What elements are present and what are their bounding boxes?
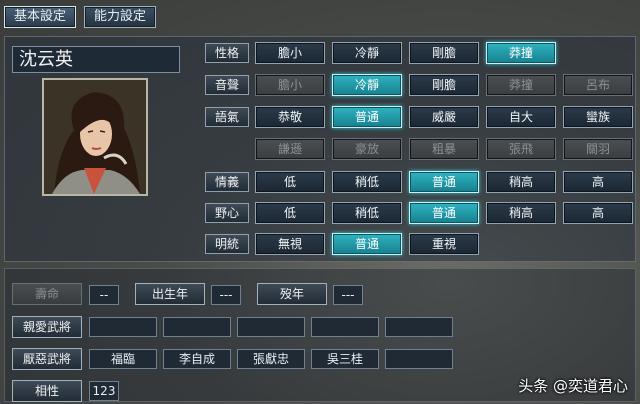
loyalty-option[interactable]: 稍高: [486, 171, 556, 193]
voice-option[interactable]: 莽撞: [486, 74, 556, 96]
tone-option[interactable]: 普通: [332, 106, 402, 128]
favorite-general-slot[interactable]: [163, 317, 231, 337]
favorite-general-slot[interactable]: [385, 317, 453, 337]
dynasty-option[interactable]: 普通: [332, 233, 402, 255]
voice-option[interactable]: 冷靜: [332, 74, 402, 96]
disliked-general-slot[interactable]: 福臨: [89, 349, 157, 369]
label-loyalty: 情義: [205, 172, 249, 192]
birth-year-value: ---: [211, 285, 241, 305]
tone-option[interactable]: 自大: [486, 106, 556, 128]
voice-option[interactable]: 呂布: [563, 74, 633, 96]
tone-extra-option[interactable]: 豪放: [332, 138, 402, 160]
loyalty-option[interactable]: 低: [255, 171, 325, 193]
personality-option[interactable]: 冷靜: [332, 42, 402, 64]
disliked-general-slot[interactable]: 吳三桂: [311, 349, 379, 369]
character-portrait: [42, 78, 148, 196]
voice-option[interactable]: 剛膽: [409, 74, 479, 96]
affinity-label: 相性: [12, 380, 82, 402]
lifespan-value: --: [89, 285, 119, 305]
affinity-value[interactable]: 123: [89, 381, 119, 401]
character-name[interactable]: 沈云英: [12, 46, 180, 73]
disliked-generals-button[interactable]: 厭惡武將: [12, 348, 82, 370]
tone-extra-option[interactable]: 張飛: [486, 138, 556, 160]
disliked-general-slot[interactable]: [385, 349, 453, 369]
ambition-option[interactable]: 稍高: [486, 202, 556, 224]
tone-extra-option[interactable]: 粗暴: [409, 138, 479, 160]
loyalty-option[interactable]: 高: [563, 171, 633, 193]
death-year-label: 歿年: [257, 283, 327, 305]
favorite-general-slot[interactable]: [89, 317, 157, 337]
ambition-option[interactable]: 稍低: [332, 202, 402, 224]
disliked-general-slot[interactable]: 張獻忠: [237, 349, 305, 369]
label-tone: 語氣: [205, 107, 249, 127]
ambition-option[interactable]: 高: [563, 202, 633, 224]
personality-option[interactable]: 莽撞: [486, 42, 556, 64]
ambition-option[interactable]: 低: [255, 202, 325, 224]
loyalty-option[interactable]: 稍低: [332, 171, 402, 193]
label-personality: 性格: [205, 43, 249, 63]
personality-option[interactable]: 膽小: [255, 42, 325, 64]
label-voice: 音聲: [205, 75, 249, 95]
dynasty-option[interactable]: 重視: [409, 233, 479, 255]
favorite-general-slot[interactable]: [237, 317, 305, 337]
tab-ability-settings[interactable]: 能力設定: [84, 6, 156, 28]
voice-option[interactable]: 膽小: [255, 74, 325, 96]
tone-option[interactable]: 威嚴: [409, 106, 479, 128]
favorite-general-slot[interactable]: [311, 317, 379, 337]
lifespan-button[interactable]: 壽命: [12, 283, 82, 305]
death-year-value: ---: [333, 285, 363, 305]
label-dynasty: 明統: [205, 234, 249, 254]
tone-extra-option[interactable]: 謙遜: [255, 138, 325, 160]
disliked-general-slot[interactable]: 李自成: [163, 349, 231, 369]
watermark: 头条 @奕道君心: [518, 377, 628, 395]
ambition-option[interactable]: 普通: [409, 202, 479, 224]
label-ambition: 野心: [205, 203, 249, 223]
tab-basic-settings[interactable]: 基本設定: [4, 6, 76, 28]
loyalty-option[interactable]: 普通: [409, 171, 479, 193]
personality-option[interactable]: 剛膽: [409, 42, 479, 64]
favorite-generals-button[interactable]: 親愛武將: [12, 316, 82, 338]
birth-year-label: 出生年: [135, 283, 205, 305]
tone-option[interactable]: 恭敬: [255, 106, 325, 128]
dynasty-option[interactable]: 無視: [255, 233, 325, 255]
tone-option[interactable]: 蠻族: [563, 106, 633, 128]
tone-extra-option[interactable]: 關羽: [563, 138, 633, 160]
